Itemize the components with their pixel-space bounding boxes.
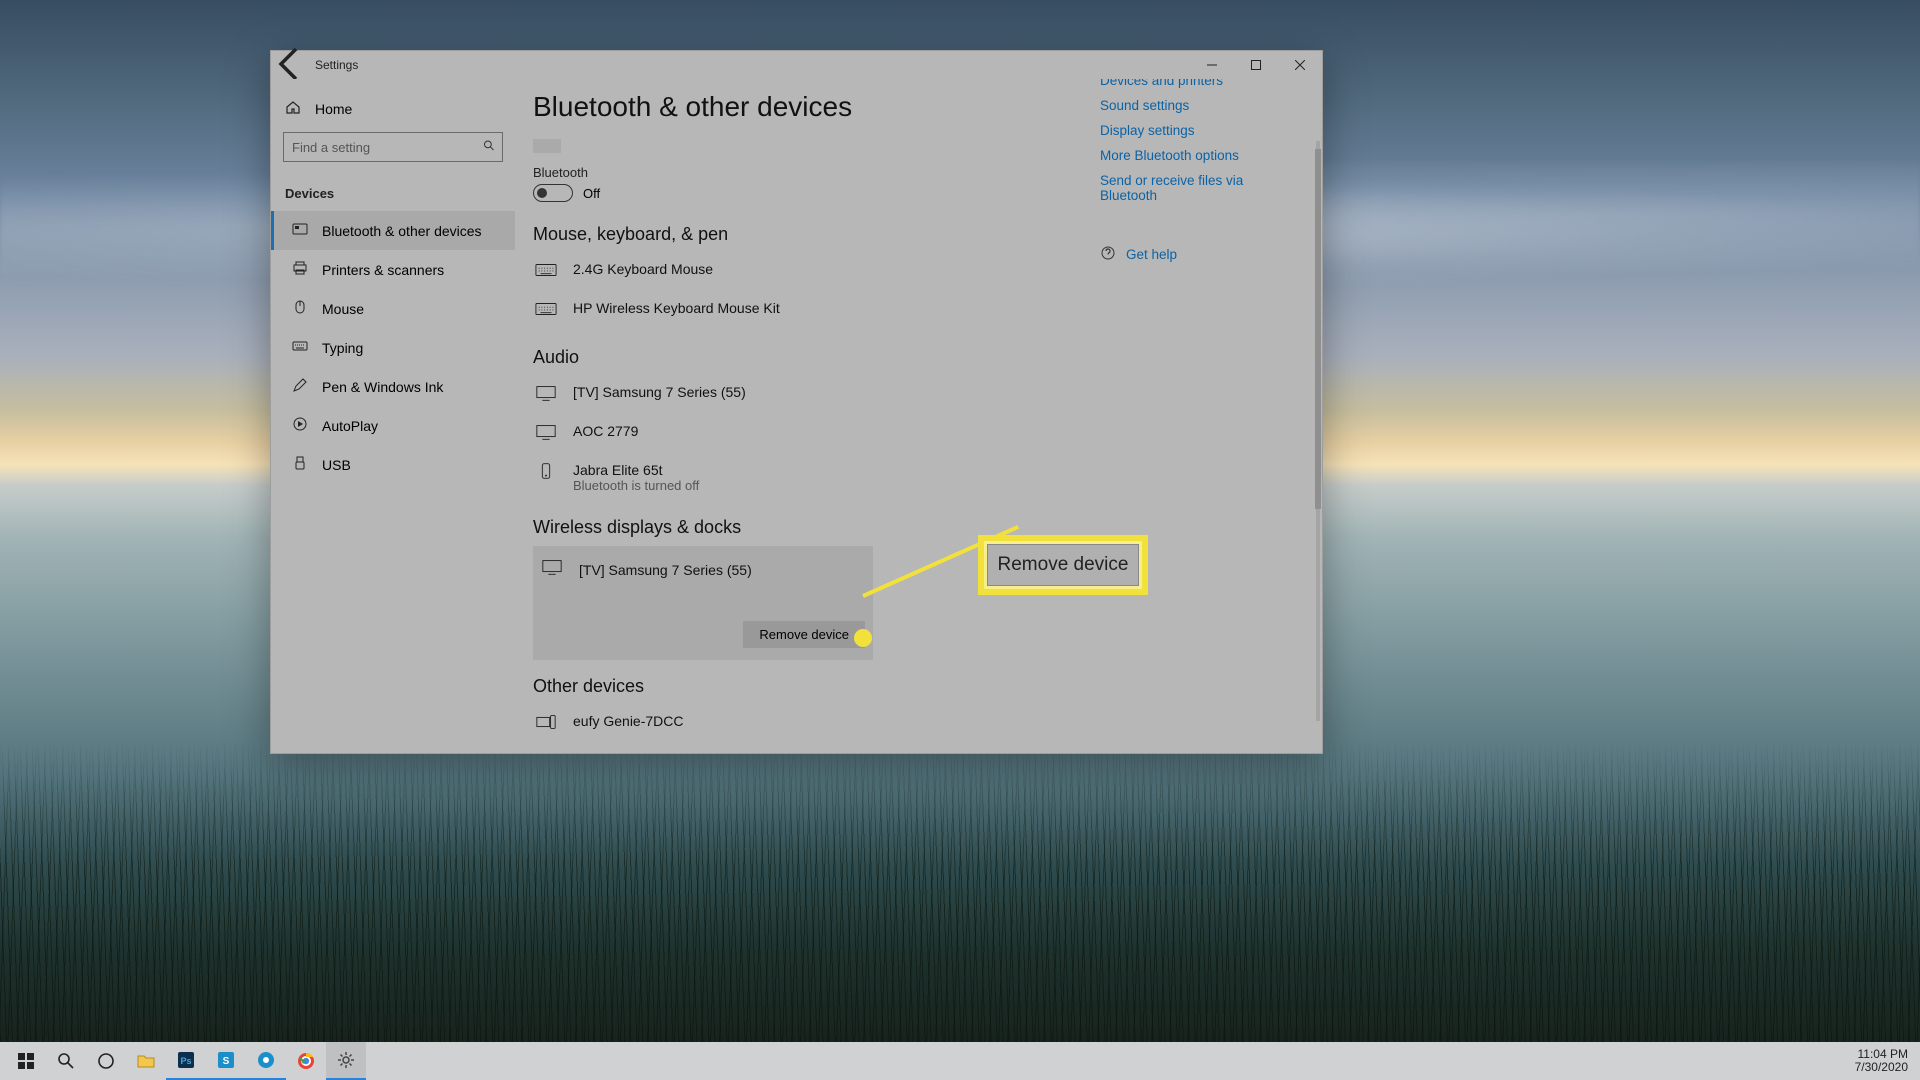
taskbar-app-snagit[interactable]: S (206, 1042, 246, 1080)
monitor-icon (535, 384, 557, 407)
sidebar-item-label: Printers & scanners (322, 262, 444, 278)
annotation-pointer-dot (854, 629, 872, 647)
monitor-icon (535, 423, 557, 446)
sidebar-item-autoplay[interactable]: AutoPlay (271, 406, 515, 445)
annotation-callout: Remove device (978, 535, 1148, 595)
device-status: Bluetooth is turned off (573, 478, 699, 493)
bluetooth-label: Bluetooth (533, 165, 1290, 180)
pen-icon (292, 377, 308, 396)
sidebar-home[interactable]: Home (271, 91, 515, 126)
content-scroll[interactable]: Bluetooth Off Mouse, keyboard, & pen 2.4… (533, 133, 1314, 753)
cortana-button[interactable] (86, 1042, 126, 1080)
device-item[interactable]: 2.4G Keyboard Mouse (533, 253, 873, 292)
titlebar[interactable]: Settings (271, 51, 1322, 79)
printer-icon (292, 260, 308, 279)
svg-text:Ps: Ps (180, 1056, 191, 1066)
autoplay-icon (292, 416, 308, 435)
svg-text:S: S (223, 1056, 230, 1067)
taskbar-clock[interactable]: 11:04 PM 7/30/2020 (1855, 1048, 1908, 1074)
minimize-button[interactable] (1190, 51, 1234, 79)
taskbar-app-browser[interactable] (246, 1042, 286, 1080)
sidebar-item-typing[interactable]: Typing (271, 328, 515, 367)
group-title-audio: Audio (533, 347, 1290, 368)
maximize-button[interactable] (1234, 51, 1278, 79)
device-item[interactable]: Jabra Elite 65t Bluetooth is turned off (533, 454, 873, 501)
sidebar-item-bluetooth[interactable]: Bluetooth & other devices (271, 211, 515, 250)
sidebar-home-label: Home (315, 101, 352, 117)
device-name: Jabra Elite 65t (573, 462, 699, 478)
link-devices-printers[interactable]: Devices and printers (1100, 79, 1300, 88)
start-button[interactable] (6, 1042, 46, 1080)
taskbar[interactable]: Ps S 11:04 PM 7/30/2020 (0, 1042, 1920, 1080)
keyboard-icon (535, 261, 557, 284)
annotation-callout-text: Remove device (987, 544, 1139, 586)
mouse-icon (292, 299, 308, 318)
sidebar-item-label: USB (322, 457, 351, 473)
taskbar-app-settings[interactable] (326, 1042, 366, 1080)
device-name: [TV] Samsung 7 Series (55) (573, 384, 746, 400)
window-title: Settings (311, 58, 358, 72)
system-tray[interactable]: 11:04 PM 7/30/2020 (1855, 1048, 1914, 1074)
taskbar-app-chrome[interactable] (286, 1042, 326, 1080)
device-item[interactable]: [TV] Samsung 7 Series (55) (533, 376, 873, 415)
search-icon (483, 140, 495, 155)
settings-window: Settings Home Devices Bluetooth & other … (270, 50, 1323, 754)
sidebar-section-label: Devices (271, 168, 515, 211)
taskbar-date: 7/30/2020 (1855, 1061, 1908, 1074)
search-input[interactable] (283, 132, 503, 162)
phone-icon (535, 462, 557, 485)
taskbar-search-button[interactable] (46, 1042, 86, 1080)
keyboard-icon (292, 338, 308, 357)
taskbar-app-photoshop[interactable]: Ps (166, 1042, 206, 1080)
sidebar-item-label: Bluetooth & other devices (322, 223, 482, 239)
sidebar-item-label: Pen & Windows Ink (322, 379, 443, 395)
device-item[interactable]: AOC 2779 (533, 415, 873, 454)
usb-icon (292, 455, 308, 474)
file-explorer-button[interactable] (126, 1042, 166, 1080)
keyboard-icon (535, 300, 557, 323)
sidebar-item-mouse[interactable]: Mouse (271, 289, 515, 328)
sidebar-item-printers[interactable]: Printers & scanners (271, 250, 515, 289)
home-icon (285, 99, 301, 118)
monitor-icon (541, 558, 563, 581)
group-title-wireless: Wireless displays & docks (533, 517, 1290, 538)
sidebar-item-label: Typing (322, 340, 363, 356)
link-sound-settings[interactable]: Sound settings (1100, 98, 1300, 113)
group-title-mouse-kb: Mouse, keyboard, & pen (533, 224, 1290, 245)
bluetooth-toggle[interactable] (533, 184, 573, 202)
device-name: HP Wireless Keyboard Mouse Kit (573, 300, 780, 316)
bluetooth-devices-icon (292, 221, 308, 240)
close-button[interactable] (1278, 51, 1322, 79)
sidebar-item-usb[interactable]: USB (271, 445, 515, 484)
device-item[interactable]: eufy Genie-7DCC (533, 705, 873, 744)
device-name: [TV] Samsung 7 Series (55) (579, 562, 752, 578)
add-device-button-partial[interactable] (533, 139, 561, 153)
device-name: AOC 2779 (573, 423, 638, 439)
scrollbar-thumb[interactable] (1315, 149, 1321, 509)
content-pane: Bluetooth & other devices Devices and pr… (515, 79, 1322, 753)
bluetooth-toggle-state: Off (583, 186, 600, 201)
sidebar: Home Devices Bluetooth & other devices P… (271, 79, 515, 753)
sidebar-item-label: Mouse (322, 301, 364, 317)
sidebar-item-pen[interactable]: Pen & Windows Ink (271, 367, 515, 406)
sidebar-item-label: AutoPlay (322, 418, 378, 434)
device-generic-icon (535, 713, 557, 736)
device-name: 2.4G Keyboard Mouse (573, 261, 713, 277)
device-name: eufy Genie-7DCC (573, 713, 684, 729)
device-item[interactable]: HP Wireless Keyboard Mouse Kit (533, 292, 873, 331)
group-title-other: Other devices (533, 676, 1290, 697)
remove-device-button[interactable]: Remove device (743, 621, 865, 648)
device-item-selected[interactable]: [TV] Samsung 7 Series (55) Remove device (533, 546, 873, 660)
